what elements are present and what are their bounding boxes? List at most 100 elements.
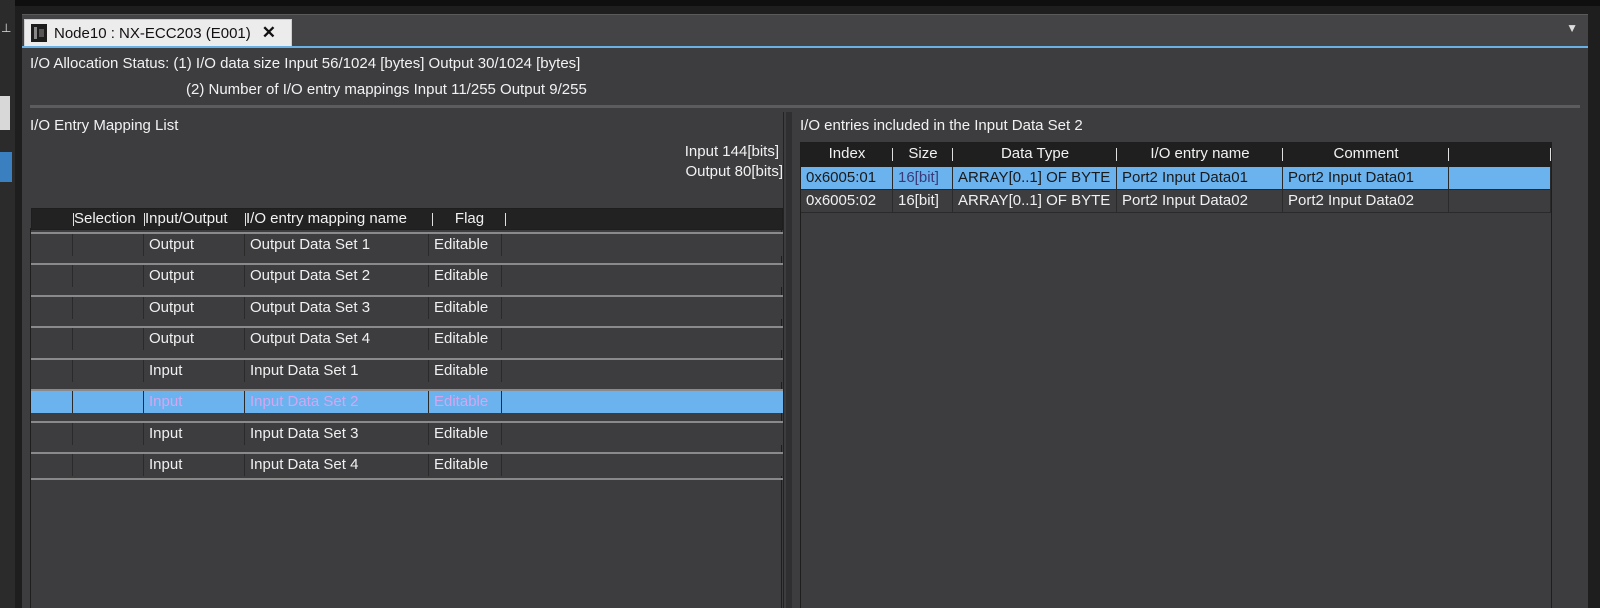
flag-cell: Editable [429,328,502,350]
table-row[interactable]: Input Input Data Set 3 Editable [31,421,783,445]
selection-cell[interactable] [73,297,144,319]
table-row[interactable]: 0x6005:02 16[bit] ARRAY[0..1] OF BYTE Po… [801,190,1551,213]
io-cell: Input [144,454,245,476]
io-entries-grid: Index Size Data Type I/O entry name Comm… [800,142,1552,608]
table-row-selected[interactable]: Input Input Data Set 2 Editable [31,389,783,413]
comment-cell[interactable]: Port2 Input Data01 [1283,167,1449,189]
io-cell: Input [144,360,245,382]
horizontal-splitter[interactable] [30,105,1580,108]
table-row-selected[interactable]: 0x6005:01 16[bit] ARRAY[0..1] OF BYTE Po… [801,167,1551,190]
io-cell: Output [144,297,245,319]
column-header-input-output[interactable]: Input/Output [145,209,246,231]
tab-label: Node10 : NX-ECC203 (E001) [54,24,251,42]
row-marker [31,391,73,413]
comment-cell[interactable]: Port2 Input Data02 [1283,190,1449,212]
window-top-bar [0,0,1600,6]
row-marker [31,360,73,382]
flag-cell: Editable [429,297,502,319]
dock-tab-active[interactable] [0,152,12,182]
index-cell: 0x6005:01 [801,167,893,189]
row-marker [31,265,73,287]
column-header-filler [1449,143,1551,167]
entry-name-cell: Port2 Input Data01 [1117,167,1283,189]
selection-cell[interactable] [73,360,144,382]
mapping-name-cell: Output Data Set 2 [245,265,429,287]
row-marker [31,423,73,445]
filler-cell [1449,190,1551,212]
filler-cell [1449,167,1551,189]
dock-tab[interactable] [0,96,10,130]
index-cell: 0x6005:02 [801,190,893,212]
flag-cell: Editable [429,234,502,256]
table-row[interactable]: Output Output Data Set 3 Editable [31,295,783,319]
column-header-size[interactable]: Size [893,143,953,167]
mapping-name-cell: Input Data Set 3 [245,423,429,445]
selection-cell[interactable] [73,234,144,256]
allocation-status-size: I/O Allocation Status: (1) I/O data size… [30,55,581,72]
table-row[interactable]: Output Output Data Set 2 Editable [31,263,783,287]
column-header-comment[interactable]: Comment [1283,143,1449,167]
vertical-splitter[interactable] [786,112,792,608]
table-row[interactable]: Output Output Data Set 1 Editable [31,232,783,256]
io-entries-title: I/O entries included in the Input Data S… [800,117,1083,134]
row-marker [31,234,73,256]
selection-cell[interactable] [73,423,144,445]
column-header-selection[interactable]: Selection [74,209,145,231]
column-header-index[interactable]: Index [801,143,893,167]
size-cell: 16[bit] [893,167,953,189]
io-cell: Input [144,423,245,445]
editor-pane: I/O Allocation Status: (1) I/O data size… [22,46,1588,608]
table-row[interactable]: Input Input Data Set 4 Editable [31,452,783,476]
row-marker [31,454,73,476]
flag-cell: Editable [429,391,502,413]
selection-cell[interactable] [73,265,144,287]
data-type-cell: ARRAY[0..1] OF BYTE [953,167,1117,189]
mapping-list-panel: I/O Entry Mapping List Input 144[bits] O… [30,112,784,608]
tab-node10[interactable]: Node10 : NX-ECC203 (E001) ✕ [24,19,292,47]
io-cell: Input [144,391,245,413]
selection-cell[interactable] [73,328,144,350]
flag-cell: Editable [429,423,502,445]
selection-cell[interactable] [73,391,144,413]
tab-strip: Node10 : NX-ECC203 (E001) ✕ ▼ [22,14,1588,48]
mapping-grid-header: Selection Input/Output I/O entry mapping… [31,208,783,230]
mapping-name-cell: Output Data Set 1 [245,234,429,256]
io-cell: Output [144,265,245,287]
selection-cell[interactable] [73,454,144,476]
flag-cell: Editable [429,265,502,287]
close-icon[interactable]: ✕ [262,23,276,43]
column-header-data-type[interactable]: Data Type [953,143,1117,167]
mapping-name-cell: Input Data Set 4 [245,454,429,476]
output-bits-total: Output 80[bits] [685,163,783,180]
device-icon [31,24,47,42]
column-header-entry-name[interactable]: I/O entry name [1117,143,1283,167]
flag-cell: Editable [429,454,502,476]
table-row[interactable]: Output Output Data Set 4 Editable [31,326,783,350]
mapping-name-cell: Output Data Set 3 [245,297,429,319]
row-marker [31,328,73,350]
side-dock-strip: ⊥ [0,0,15,608]
row-marker [31,297,73,319]
mapping-name-cell: Input Data Set 1 [245,360,429,382]
size-cell: 16[bit] [893,190,953,212]
io-cell: Output [144,234,245,256]
column-header-mapping-name[interactable]: I/O entry mapping name [246,209,433,231]
entry-name-cell: Port2 Input Data02 [1117,190,1283,212]
mapping-grid: Selection Input/Output I/O entry mapping… [30,208,783,608]
mapping-list-title: I/O Entry Mapping List [30,117,179,134]
io-cell: Output [144,328,245,350]
io-entries-panel: I/O entries included in the Input Data S… [800,112,1580,608]
flag-cell: Editable [429,360,502,382]
input-bits-total: Input 144[bits] [684,143,779,160]
table-row[interactable]: Input Input Data Set 1 Editable [31,358,783,382]
column-header-blank[interactable] [32,209,74,231]
io-entries-header: Index Size Data Type I/O entry name Comm… [801,143,1551,167]
pin-icon[interactable]: ⊥ [1,21,13,35]
data-type-cell: ARRAY[0..1] OF BYTE [953,190,1117,212]
allocation-status-mappings: (2) Number of I/O entry mappings Input 1… [186,81,587,98]
mapping-name-cell: Input Data Set 2 [245,391,429,413]
chevron-down-icon[interactable]: ▼ [1566,21,1578,35]
grid-row-divider [31,478,783,480]
column-header-flag[interactable]: Flag [433,209,506,231]
mapping-name-cell: Output Data Set 4 [245,328,429,350]
